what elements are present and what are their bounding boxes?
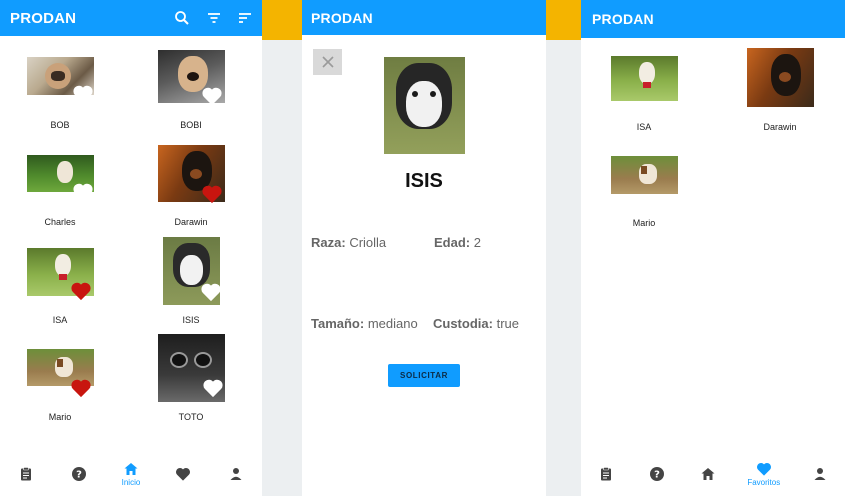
close-button[interactable] (313, 49, 342, 75)
age-row: Edad: 2 (434, 235, 481, 250)
heart-favorite-icon[interactable] (70, 378, 92, 398)
heart-favorite-icon[interactable] (70, 281, 92, 301)
nav-favorites[interactable]: Favoritos (739, 456, 789, 492)
app-title: PRODAN (10, 9, 77, 27)
nav-profile[interactable] (216, 456, 256, 492)
app-bar: PRODAN (0, 0, 262, 36)
accent-strip-right (546, 0, 581, 40)
app-bar: PRODAN (302, 0, 546, 35)
pet-name: ISA (636, 122, 652, 132)
pet-photo (611, 156, 678, 194)
heart-empty-icon[interactable] (72, 182, 94, 202)
breed-label: Raza: (311, 235, 346, 250)
nav-help[interactable]: ? (637, 456, 677, 492)
screen-home: PRODAN BOB BOBI Charles Darawin ISA ISIS… (0, 0, 262, 496)
nav-favorites[interactable] (163, 456, 203, 492)
custody-row: Custodia: true (433, 316, 519, 331)
clipboard-icon (21, 467, 32, 481)
request-button[interactable]: SOLICITAR (388, 364, 460, 387)
clipboard-icon (601, 467, 612, 481)
nav-favorites-label: Favoritos (747, 478, 781, 487)
person-icon (230, 468, 242, 480)
nav-requests[interactable] (6, 456, 46, 492)
pet-photo (611, 56, 678, 101)
heart-favorite-icon[interactable] (201, 184, 223, 204)
home-icon (124, 463, 138, 475)
nav-help[interactable]: ? (59, 456, 99, 492)
heart-empty-icon[interactable] (200, 282, 222, 302)
custody-label: Custodia: (433, 316, 493, 331)
custody-value: true (496, 316, 519, 331)
home-icon (701, 468, 715, 480)
accent-strip-left (262, 0, 302, 40)
age-value: 2 (473, 235, 481, 250)
pet-detail-name: ISIS (405, 170, 443, 192)
heart-icon (176, 467, 191, 481)
pet-name: Charles (44, 217, 76, 227)
pet-name: BOBI (180, 120, 202, 130)
sort-icon[interactable] (237, 10, 253, 31)
heart-empty-icon[interactable] (72, 84, 94, 104)
screen-favorites: PRODAN ISA Darawin Mario ? Favoritos (581, 0, 845, 496)
app-title: PRODAN (592, 11, 654, 27)
filter-icon[interactable] (206, 10, 222, 31)
pet-name: TOTO (178, 412, 204, 422)
nav-profile[interactable] (800, 456, 840, 492)
size-value: mediano (367, 316, 418, 331)
heart-empty-icon[interactable] (201, 86, 223, 106)
size-row: Tamaño: mediano (311, 316, 418, 331)
close-icon (321, 56, 334, 68)
heart-icon (756, 462, 771, 476)
help-icon: ? (650, 467, 665, 481)
svg-text:?: ? (76, 470, 82, 481)
app-bar: PRODAN (581, 0, 845, 38)
pet-name: BOB (50, 120, 70, 130)
pet-detail-photo (384, 57, 465, 154)
search-icon[interactable] (174, 10, 190, 31)
bottom-navigation: ? Inicio (0, 452, 262, 496)
heart-empty-icon[interactable] (202, 378, 224, 398)
pet-name: Mario (632, 218, 656, 228)
pet-photo (747, 48, 814, 107)
size-label: Tamaño: (311, 316, 365, 331)
breed-value: Criolla (349, 235, 387, 250)
svg-text:?: ? (654, 470, 660, 481)
help-icon: ? (71, 467, 86, 481)
pet-name: ISA (52, 315, 68, 325)
nav-home-label: Inicio (121, 478, 141, 487)
pet-name: Darawin (174, 217, 208, 227)
nav-home[interactable] (688, 456, 728, 492)
pet-name: Mario (48, 412, 72, 422)
nav-home[interactable]: Inicio (111, 456, 151, 492)
nav-requests[interactable] (586, 456, 626, 492)
breed-row: Raza: Criolla (311, 235, 386, 250)
pet-name: ISIS (182, 315, 200, 325)
pet-name: Darawin (763, 122, 797, 132)
person-icon (814, 468, 826, 480)
screen-detail: PRODAN ISIS Raza: Criolla Edad: 2 Tamaño… (302, 0, 546, 496)
age-label: Edad: (434, 235, 471, 250)
app-title: PRODAN (311, 9, 373, 26)
bottom-navigation: ? Favoritos (581, 452, 845, 496)
